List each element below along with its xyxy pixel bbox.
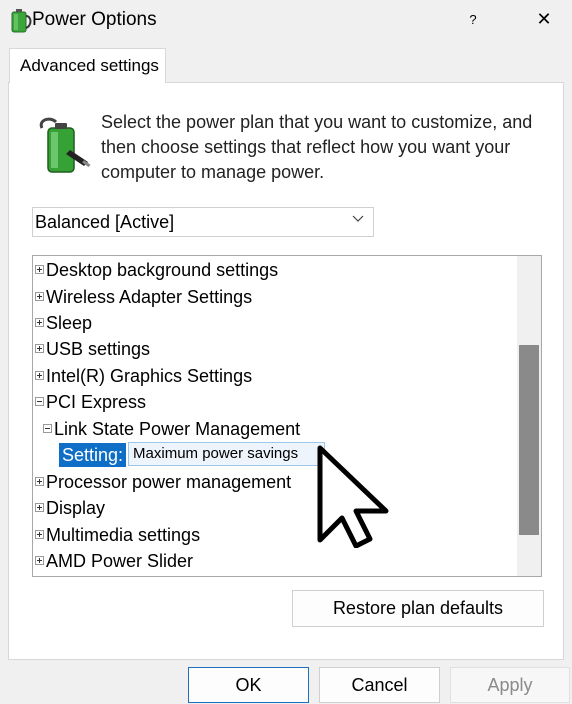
tree-item-pci-express[interactable]: PCI Express <box>35 389 146 415</box>
expand-icon[interactable] <box>35 370 44 380</box>
collapse-icon[interactable] <box>35 396 44 406</box>
tree-item-label: Intel(R) Graphics Settings <box>46 366 253 386</box>
mouse-pointer-icon <box>317 445 389 548</box>
tree-item-desktop-background[interactable]: Desktop background settings <box>35 257 278 283</box>
expand-icon[interactable] <box>35 529 44 539</box>
restore-plan-defaults-button[interactable]: Restore plan defaults <box>292 590 544 627</box>
power-options-icon <box>11 9 32 33</box>
expand-icon[interactable] <box>35 343 44 353</box>
title-bar: Power Options ? ✕ <box>0 0 572 40</box>
expand-icon[interactable] <box>35 264 44 274</box>
tree-item-processor-power[interactable]: Processor power management <box>35 469 291 495</box>
tree-item-label: Link State Power Management <box>54 419 301 439</box>
collapse-icon[interactable] <box>43 423 52 433</box>
tree-item-display[interactable]: Display <box>35 495 105 521</box>
tree-item-label: PCI Express <box>46 392 147 412</box>
chevron-down-icon <box>352 215 364 222</box>
expand-icon[interactable] <box>35 291 44 301</box>
tree-item-wireless-adapter[interactable]: Wireless Adapter Settings <box>35 284 252 310</box>
ok-button[interactable]: OK <box>188 667 309 703</box>
power-plan-value: Balanced [Active] <box>35 212 175 232</box>
tree-item-intel-graphics[interactable]: Intel(R) Graphics Settings <box>35 363 252 389</box>
expand-icon[interactable] <box>35 555 44 565</box>
tree-item-label: USB settings <box>46 339 151 359</box>
close-button[interactable]: ✕ <box>528 4 560 34</box>
tree-item-label: Wireless Adapter Settings <box>46 287 253 307</box>
tree-item-multimedia[interactable]: Multimedia settings <box>35 522 200 548</box>
tree-item-label: Display <box>46 498 106 518</box>
scrollbar-thumb[interactable] <box>519 345 539 535</box>
intro-text: Select the power plan that you want to c… <box>101 112 533 182</box>
tree-item-setting[interactable]: Setting: Maximum power savings <box>59 442 326 468</box>
battery-plug-icon <box>39 117 91 173</box>
setting-label: Setting: <box>59 443 127 467</box>
settings-tree[interactable]: Desktop background settings Wireless Ada… <box>32 255 542 577</box>
tree-item-link-state-power[interactable]: Link State Power Management <box>43 416 300 442</box>
tab-label: Advanced settings <box>20 56 159 75</box>
cancel-button[interactable]: Cancel <box>319 667 440 703</box>
tab-advanced-settings[interactable]: Advanced settings <box>9 48 166 83</box>
expand-icon[interactable] <box>35 317 44 327</box>
tree-item-label: Desktop background settings <box>46 260 279 280</box>
power-plan-select[interactable]: Balanced [Active] <box>32 207 374 237</box>
apply-button[interactable]: Apply <box>450 667 570 703</box>
help-button[interactable]: ? <box>458 6 488 34</box>
tree-item-usb-settings[interactable]: USB settings <box>35 336 150 362</box>
expand-icon[interactable] <box>35 502 44 512</box>
window-title: Power Options <box>32 9 157 30</box>
setting-value-select[interactable]: Maximum power savings <box>128 442 326 466</box>
tree-item-amd-power-slider[interactable]: AMD Power Slider <box>35 548 193 574</box>
expand-icon[interactable] <box>35 476 44 486</box>
tree-item-sleep[interactable]: Sleep <box>35 310 92 336</box>
tree-item-label: Sleep <box>46 313 93 333</box>
tree-item-label: Multimedia settings <box>46 525 201 545</box>
tree-item-label: Processor power management <box>46 472 292 492</box>
tree-item-label: AMD Power Slider <box>46 551 194 571</box>
